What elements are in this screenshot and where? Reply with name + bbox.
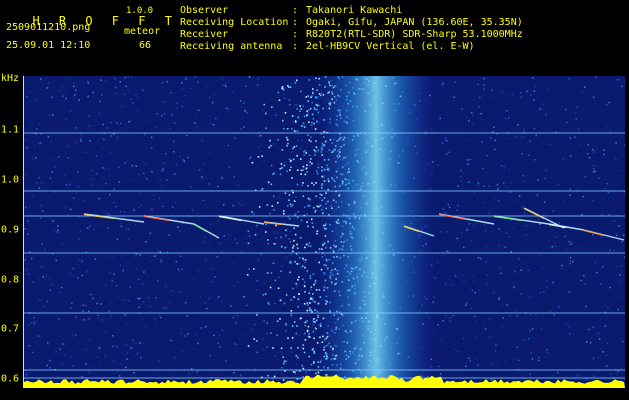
info-colon: : [292, 5, 299, 16]
y-tick-label: 0.9 [1, 224, 20, 236]
info-label-antenna: Receiving antenna [180, 41, 283, 52]
meteor-echo-core [438, 213, 467, 221]
info-colon: : [292, 17, 299, 28]
meteor-echo-core [218, 215, 242, 222]
info-label-receiver: Receiver [180, 29, 229, 40]
info-value-antenna: 2el-HB9CV Vertical (el. E-W) [306, 41, 475, 52]
spectrogram-plot [23, 76, 625, 388]
info-value-location: Ogaki, Gifu, JAPAN (136.60E, 35.35N) [306, 17, 523, 28]
y-tick-label: 0.8 [1, 274, 20, 286]
info-label-location: Receiving Location [180, 17, 289, 28]
file-name: 2509011210.png [6, 22, 91, 33]
y-tick-label: 0.6 [1, 373, 20, 385]
spectrogram-canvas [24, 76, 625, 388]
info-value-receiver: R820T2(RTL-SDR) SDR-Sharp 53.1000MHz [306, 29, 523, 40]
meteor-echo-core [523, 207, 545, 220]
meteor-echo-core [143, 215, 170, 222]
y-tick-label: 1.0 [1, 174, 20, 186]
meteor-echo-core [193, 223, 207, 233]
y-tick-label: 0.7 [1, 323, 20, 335]
app-version: 1.0.0 [126, 6, 154, 16]
info-colon: : [292, 29, 299, 40]
info-colon: : [292, 41, 299, 52]
info-label-observer: Observer [180, 5, 229, 16]
y-tick-label: 1.1 [1, 124, 20, 136]
central-noise-band [316, 76, 436, 388]
meteor-echo-core [493, 215, 522, 222]
meteor-count: 66 [139, 40, 152, 51]
meteor-echo-core [583, 229, 605, 237]
y-axis-unit: kHz [1, 73, 20, 84]
timestamp: 25.09.01 12:10 [6, 40, 91, 51]
meteor-label: meteor [124, 26, 161, 37]
info-value-observer: Takanori Kawachi [306, 5, 403, 16]
